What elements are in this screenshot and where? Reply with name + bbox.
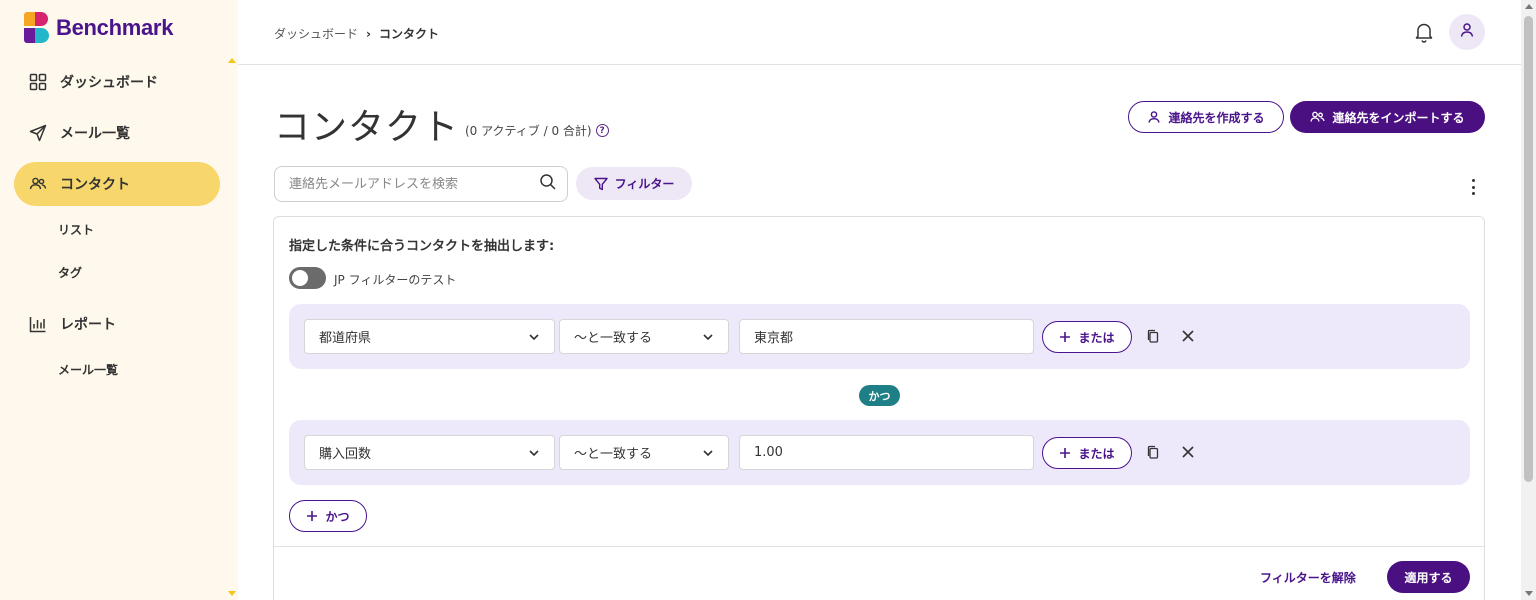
sidebar-scroll-down-icon[interactable] [228, 591, 236, 596]
plus-icon [1059, 331, 1071, 343]
contacts-icon [1310, 110, 1326, 124]
page-title: コンタクト [274, 107, 460, 148]
chevron-down-icon [528, 447, 540, 463]
condition-operator-value: 〜と一致する [574, 331, 653, 346]
import-contacts-label: 連絡先をインポートする [1332, 110, 1465, 125]
condition-field-value: 購入回数 [319, 447, 372, 462]
filter-condition-row: 購入回数 〜と一致する 1.00 または [289, 420, 1470, 485]
bar-chart-icon [28, 314, 48, 334]
plus-icon [306, 510, 318, 522]
panel-divider [274, 546, 1484, 547]
sidebar-item-reports[interactable]: レポート [14, 302, 220, 346]
user-avatar[interactable] [1449, 14, 1485, 50]
clear-filter-link[interactable]: フィルターを解除 [1260, 569, 1356, 586]
brand-name: Benchmark [56, 15, 174, 40]
create-contact-label: 連絡先を作成する [1168, 110, 1265, 125]
search-icon[interactable] [539, 173, 557, 195]
filter-button-label: フィルター [614, 177, 675, 191]
create-contact-button[interactable]: 連絡先を作成する [1128, 101, 1284, 133]
sidebar-item-label: ダッシュボード [60, 75, 158, 91]
copy-icon[interactable] [1145, 328, 1161, 344]
close-icon[interactable] [1180, 328, 1196, 344]
chevron-down-icon [702, 331, 714, 347]
more-options-icon[interactable] [1463, 176, 1483, 198]
page-scrollbar[interactable] [1521, 0, 1536, 600]
help-icon[interactable]: ? [595, 124, 609, 137]
add-and-condition-button[interactable]: かつ [289, 500, 367, 532]
breadcrumb: ダッシュボード › コンタクト [274, 25, 439, 42]
sidebar: Benchmark ダッシュボード メール一覧 コンタクト リスト タグ レポー… [0, 0, 238, 600]
plus-icon [1059, 447, 1071, 459]
filter-panel-heading: 指定した条件に合うコンタクトを抽出します: [289, 239, 555, 254]
condition-field-value: 都道府県 [319, 331, 372, 346]
filter-panel: 指定した条件に合うコンタクトを抽出します: JP フィルターのテスト 都道府県 … [273, 216, 1485, 600]
sidebar-subitem-tags[interactable]: タグ [58, 264, 82, 281]
user-icon [1459, 22, 1475, 42]
sidebar-subitem-email-reports[interactable]: メール一覧 [58, 361, 118, 378]
search-input[interactable] [289, 176, 539, 192]
condition-value-text: 東京都 [754, 331, 794, 346]
scrollbar-thumb[interactable] [1524, 16, 1533, 482]
sidebar-item-label: レポート [60, 317, 116, 333]
chevron-down-icon [528, 331, 540, 347]
contact-counts-text: (0 アクティブ / 0 合計) [465, 124, 592, 138]
condition-field-select[interactable]: 都道府県 [304, 319, 555, 354]
or-button-label: または [1078, 446, 1115, 461]
notification-bell-icon[interactable] [1413, 20, 1435, 44]
condition-field-select[interactable]: 購入回数 [304, 435, 555, 470]
benchmark-logo-icon [24, 12, 50, 44]
brand-logo[interactable]: Benchmark [24, 12, 173, 44]
scroll-down-arrow-icon[interactable] [1525, 591, 1533, 596]
send-icon [28, 123, 48, 143]
sidebar-item-contacts[interactable]: コンタクト [14, 162, 220, 206]
apply-filter-button[interactable]: 適用する [1387, 561, 1470, 593]
jp-filter-test-toggle[interactable] [289, 267, 326, 289]
top-bar: ダッシュボード › コンタクト [238, 0, 1521, 65]
sidebar-item-label: メール一覧 [60, 126, 130, 142]
funnel-icon [593, 177, 608, 191]
sidebar-item-emails[interactable]: メール一覧 [14, 111, 220, 155]
condition-operator-select[interactable]: 〜と一致する [559, 435, 729, 470]
scroll-up-arrow-icon[interactable] [1525, 4, 1533, 9]
close-icon[interactable] [1180, 444, 1196, 460]
or-button-label: または [1078, 330, 1115, 345]
condition-operator-value: 〜と一致する [574, 447, 653, 462]
copy-icon[interactable] [1145, 444, 1161, 460]
contact-counts: (0 アクティブ / 0 合計) ? [465, 122, 609, 139]
sidebar-scroll-up-icon[interactable] [228, 58, 236, 63]
condition-value-input[interactable]: 東京都 [739, 319, 1034, 354]
and-button-label: かつ [325, 509, 350, 524]
person-icon [1147, 110, 1161, 124]
filter-button[interactable]: フィルター [576, 167, 692, 200]
toggle-knob [292, 270, 308, 286]
breadcrumb-current: コンタクト [378, 27, 439, 41]
add-or-condition-button[interactable]: または [1042, 437, 1132, 469]
import-contacts-button[interactable]: 連絡先をインポートする [1290, 101, 1485, 133]
condition-operator-select[interactable]: 〜と一致する [559, 319, 729, 354]
add-or-condition-button[interactable]: または [1042, 321, 1132, 353]
contact-search [274, 166, 568, 202]
contacts-icon [28, 174, 48, 194]
sidebar-item-dashboard[interactable]: ダッシュボード [14, 60, 220, 104]
condition-value-text: 1.00 [754, 445, 783, 460]
condition-value-input[interactable]: 1.00 [739, 435, 1034, 470]
breadcrumb-separator: › [366, 26, 371, 41]
breadcrumb-dashboard-link[interactable]: ダッシュボード [274, 25, 358, 42]
and-connector-badge: かつ [859, 385, 900, 406]
sidebar-item-label: コンタクト [60, 177, 130, 193]
grid-icon [28, 72, 48, 92]
filter-condition-row: 都道府県 〜と一致する 東京都 または [289, 304, 1470, 369]
toggle-label: JP フィルターのテスト [334, 273, 457, 287]
chevron-down-icon [702, 447, 714, 463]
sidebar-subitem-lists[interactable]: リスト [58, 221, 94, 238]
